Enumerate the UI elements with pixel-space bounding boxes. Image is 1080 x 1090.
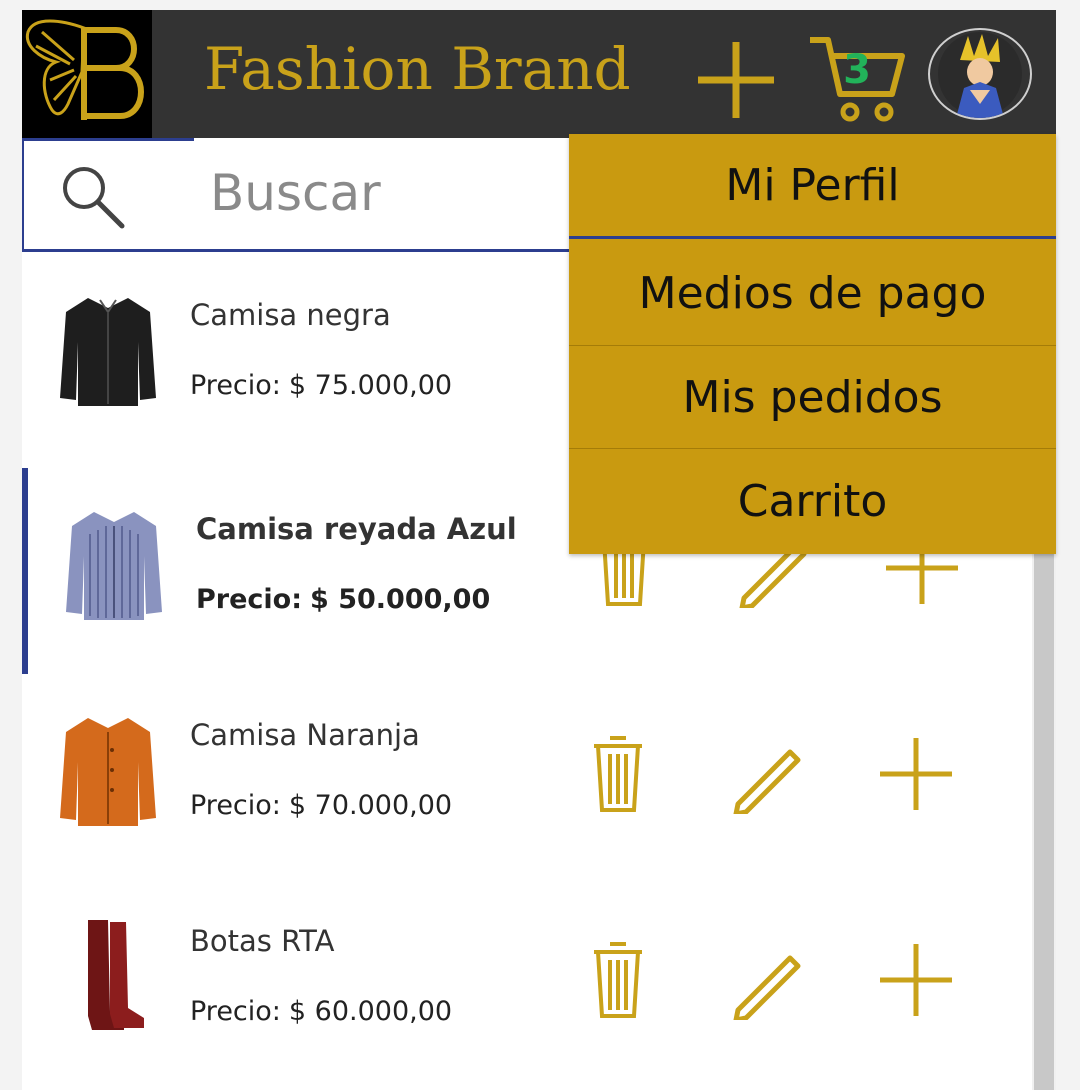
product-price: Precio: $ 75.000,00 <box>190 370 452 401</box>
header-bar: Fashion Brand 3 <box>22 10 1056 138</box>
price-label: Precio: <box>190 790 281 821</box>
add-icon[interactable] <box>876 940 956 1020</box>
price-value: $ 60.000,00 <box>288 996 453 1027</box>
edit-icon[interactable] <box>728 940 808 1020</box>
user-avatar[interactable] <box>928 28 1032 120</box>
edit-icon[interactable] <box>728 734 808 814</box>
product-image <box>66 512 162 620</box>
list-item[interactable]: Botas RTA Precio: $ 60.000,00 <box>22 880 1032 1086</box>
menu-item-mi-perfil[interactable]: Mi Perfil <box>569 134 1056 239</box>
add-product-button[interactable] <box>694 38 778 122</box>
add-icon <box>698 42 774 118</box>
cart-count-badge: 3 <box>843 47 871 93</box>
menu-divider <box>569 448 1056 449</box>
price-value: $ 70.000,00 <box>288 790 453 821</box>
product-name: Camisa Naranja <box>190 718 420 752</box>
delete-icon[interactable] <box>578 734 658 814</box>
price-value: $ 50.000,00 <box>310 584 491 615</box>
product-price: Precio: $ 60.000,00 <box>190 996 452 1027</box>
product-name: Camisa reyada Azul <box>196 512 517 546</box>
user-menu: Mi Perfil Medios de pago Mis pedidos Car… <box>569 134 1056 554</box>
product-name: Botas RTA <box>190 924 335 958</box>
price-label: Precio: <box>190 996 281 1027</box>
menu-item-medios-de-pago[interactable]: Medios de pago <box>569 242 1056 344</box>
menu-item-carrito[interactable]: Carrito <box>569 450 1056 552</box>
menu-item-mis-pedidos[interactable]: Mis pedidos <box>569 346 1056 448</box>
product-price: Precio: $ 50.000,00 <box>196 584 490 615</box>
product-image <box>60 298 156 406</box>
price-value: $ 75.000,00 <box>288 370 453 401</box>
price-label: Precio: <box>190 370 281 401</box>
product-image <box>88 920 144 1030</box>
product-price: Precio: $ 70.000,00 <box>190 790 452 821</box>
brand-title: Fashion Brand <box>204 35 631 103</box>
scrollbar-thumb[interactable] <box>1034 554 1054 1090</box>
price-label: Precio: <box>196 584 303 615</box>
search-input[interactable] <box>210 158 550 228</box>
brand-logo[interactable] <box>22 10 152 138</box>
search-icon <box>63 167 125 229</box>
delete-icon[interactable] <box>578 940 658 1020</box>
add-icon[interactable] <box>876 734 956 814</box>
search-focus-accent <box>24 138 194 141</box>
product-image <box>60 718 156 826</box>
list-item[interactable]: Camisa Naranja Precio: $ 70.000,00 <box>22 674 1032 880</box>
product-name: Camisa negra <box>190 298 391 332</box>
